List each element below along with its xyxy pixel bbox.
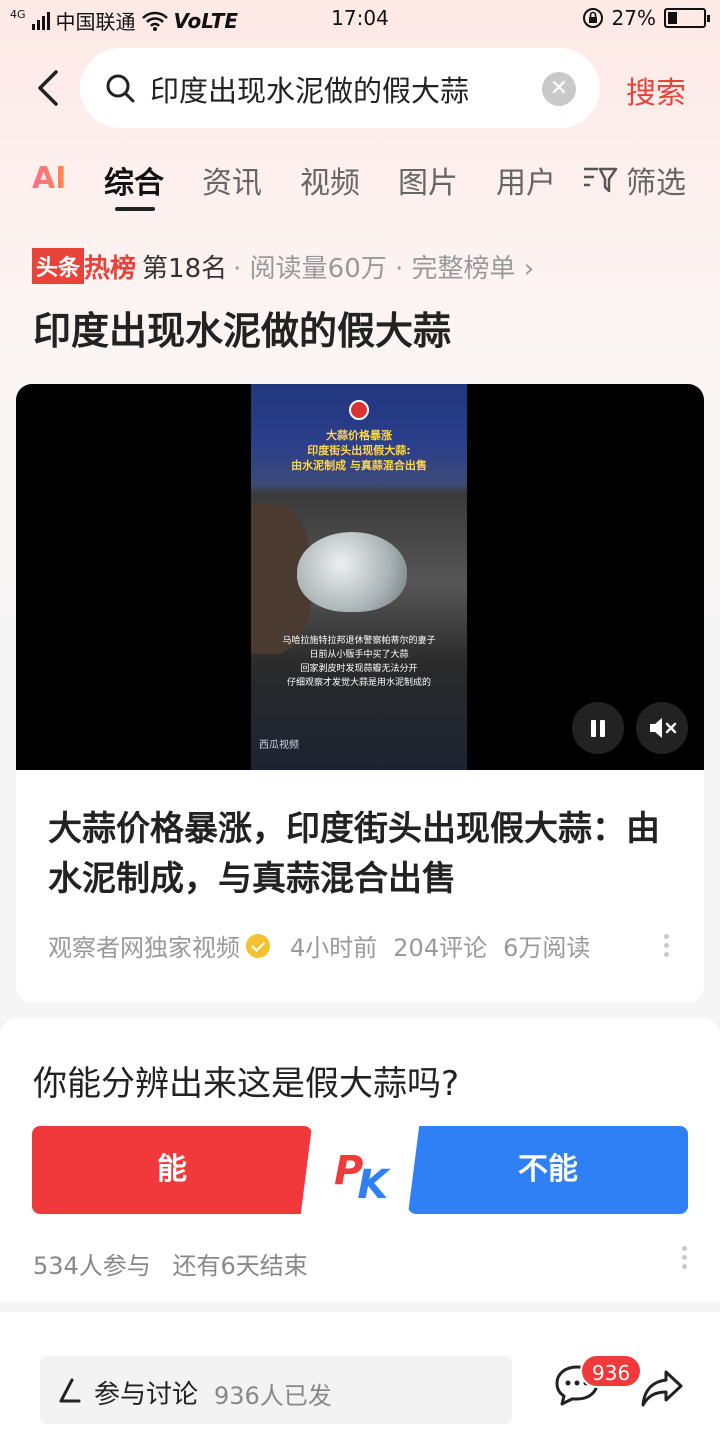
video-frame: 大蒜价格暴涨 印度街头出现假大蒜: 由水泥制成 与真蒜混合出售 马哈拉施特拉邦退…: [251, 384, 467, 770]
pk-poll: 你能分辨出来这是假大蒜吗? 能 PK 不能 534人参与 还有6天结束: [0, 1018, 720, 1302]
hot-list-logo: 热榜: [84, 253, 137, 284]
back-arrow-icon[interactable]: [30, 68, 70, 108]
poll-footer: 534人参与 还有6天结束: [33, 1246, 308, 1281]
poll-ends: 还有6天结束: [172, 1252, 308, 1280]
status-right: 27%: [582, 6, 710, 30]
article-meta: 观察者网独家视频 4小时前 204评论 6万阅读: [48, 928, 590, 963]
pen-icon: [59, 1378, 81, 1403]
tab-video[interactable]: 视频: [300, 158, 360, 202]
mute-button[interactable]: [636, 702, 688, 754]
tab-comprehensive[interactable]: 综合: [104, 158, 164, 202]
article-comments: 204评论: [393, 934, 488, 962]
article-reads: 6万阅读: [503, 934, 591, 962]
video-watermark: 西瓜视频: [259, 740, 299, 751]
filter-button[interactable]: 筛选: [582, 158, 686, 202]
speaker-muted-icon: [650, 718, 677, 738]
bottom-bar: 参与讨论 936人已发 936: [0, 1312, 720, 1440]
poll-participants: 534人参与: [33, 1252, 151, 1280]
search-icon: [106, 74, 135, 103]
video-player[interactable]: 大蒜价格暴涨 印度街头出现假大蒜: 由水泥制成 与真蒜混合出售 马哈拉施特拉邦退…: [16, 384, 704, 770]
hot-meta: · 阅读量60万 · 完整榜单 ›: [233, 253, 535, 284]
battery-level: [668, 12, 677, 24]
search-input[interactable]: 印度出现水泥做的假大蒜: [150, 68, 469, 110]
rotation-lock-icon: [582, 8, 603, 28]
tab-users[interactable]: 用户: [496, 158, 556, 202]
hot-list-row[interactable]: 头条 热榜 第18名 · 阅读量60万 · 完整榜单 ›: [32, 248, 534, 284]
toutiao-logo: 头条: [32, 248, 85, 284]
comment-count-badge: 936: [580, 1354, 643, 1388]
tab-news[interactable]: 资讯: [202, 158, 262, 202]
more-options-icon[interactable]: [664, 934, 670, 961]
search-box[interactable]: 印度出现水泥做的假大蒜 ✕: [80, 48, 600, 128]
article-source[interactable]: 观察者网独家视频: [48, 928, 240, 963]
clear-icon[interactable]: ✕: [542, 72, 576, 106]
share-icon[interactable]: [640, 1366, 684, 1410]
topic-title[interactable]: 印度出现水泥做的假大蒜: [33, 300, 451, 355]
article-title[interactable]: 大蒜价格暴涨，印度街头出现假大蒜：由水泥制成，与真蒜混合出售: [48, 804, 668, 904]
poll-more-icon[interactable]: [682, 1246, 688, 1273]
verified-icon: [246, 933, 270, 958]
status-bar: 4G 中国联通 VoLTE 17:04 27%: [0, 0, 720, 38]
filter-label: 筛选: [626, 166, 686, 201]
vote-no-button[interactable]: 不能: [408, 1126, 688, 1214]
discuss-label: 参与讨论: [94, 1380, 199, 1410]
active-tab-indicator: [115, 207, 155, 211]
search-results-page: 4G 中国联通 VoLTE 17:04 27% 印度出现水泥做的假大蒜 ✕ 搜索…: [0, 0, 720, 1440]
tab-ai[interactable]: AI: [32, 161, 66, 196]
video-subtitles: 马哈拉施特拉邦退休警察帕蒂尔的妻子 日前从小贩手中买了大蒜 回家剥皮时发现蒜瓣无…: [282, 636, 436, 688]
discuss-count: 936人已发: [214, 1382, 332, 1410]
discuss-input[interactable]: 参与讨论 936人已发: [40, 1356, 512, 1424]
vote-yes-button[interactable]: 能: [32, 1126, 312, 1214]
video-caption: 大蒜价格暴涨 印度街头出现假大蒜: 由水泥制成 与真蒜混合出售: [291, 429, 427, 472]
result-tabs: AI 综合 资讯 视频 图片 用户 筛选: [0, 155, 720, 215]
pk-logo: PK: [334, 1148, 389, 1208]
garlic-image: [297, 532, 407, 612]
video-card[interactable]: 大蒜价格暴涨 印度街头出现假大蒜: 由水泥制成 与真蒜混合出售 马哈拉施特拉邦退…: [16, 384, 704, 1002]
battery-icon: [664, 8, 710, 28]
search-button[interactable]: 搜索: [626, 68, 686, 112]
hot-rank: 第18名: [142, 253, 228, 284]
tab-images[interactable]: 图片: [398, 158, 458, 202]
channel-emblem-icon: [349, 400, 369, 420]
filter-icon: [584, 167, 618, 193]
battery-percent: 27%: [611, 6, 656, 30]
article-time: 4小时前: [290, 934, 378, 962]
poll-question: 你能分辨出来这是假大蒜吗?: [33, 1064, 460, 1104]
pause-button[interactable]: [572, 702, 624, 754]
